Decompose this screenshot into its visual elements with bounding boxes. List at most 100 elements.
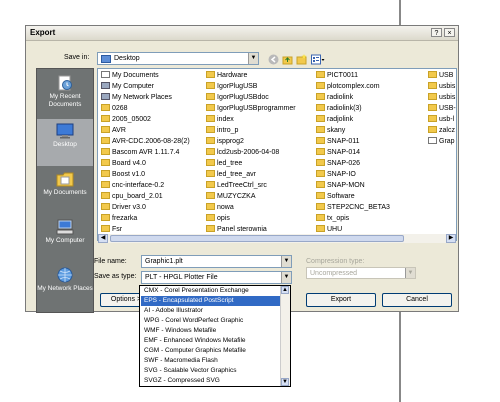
file-list-item[interactable]: plotcomplex.com (316, 82, 380, 92)
file-list-item[interactable]: Bascom AVR 1.11.7.4 (101, 148, 179, 158)
place-label: Desktop (53, 141, 77, 148)
file-name: USB (439, 72, 454, 79)
file-type-option[interactable]: WMF - Windows Metafile (141, 326, 281, 336)
file-name: zalcz (439, 127, 455, 134)
file-name: Grap (439, 138, 455, 145)
views-menu-icon[interactable] (311, 54, 325, 65)
save-as-type-dropdown-list[interactable]: CMX - Corel Presentation Exchange EPS - E… (139, 285, 291, 387)
file-list-item[interactable]: led_tree_avr (206, 170, 256, 180)
file-list-item[interactable]: IgorPlugUSBprogrammer (206, 104, 296, 114)
scroll-up-icon[interactable]: ▲ (281, 286, 289, 294)
file-type-option[interactable]: EMF - Enhanced Windows Metafile (141, 336, 281, 346)
file-list-item[interactable]: opis (206, 214, 230, 224)
close-button[interactable]: × (444, 28, 455, 37)
file-list-item[interactable]: STEP2CNC_BETA3 (316, 203, 390, 213)
file-list-item[interactable]: My Computer (101, 82, 154, 92)
file-list-item[interactable]: Boost v1.0 (101, 170, 145, 180)
folder-icon (316, 71, 325, 78)
file-list-item[interactable]: nowa (206, 203, 234, 213)
save-in-select[interactable]: Desktop ▼ (97, 52, 259, 65)
file-list-item[interactable]: My Network Places (101, 93, 172, 103)
dropdown-scrollbar[interactable]: ▲ ▼ (280, 286, 290, 386)
file-list-item[interactable]: radjolink (316, 115, 353, 125)
file-list-item[interactable]: My Documents (101, 71, 159, 81)
file-list-item[interactable]: Board v4.0 (101, 159, 146, 169)
file-list-item[interactable]: radiolink (316, 93, 353, 103)
file-list-item[interactable]: SNAP-MON (316, 181, 365, 191)
file-list-item[interactable]: Grap (428, 137, 455, 147)
file-name: plotcomplex.com (327, 83, 380, 90)
file-list-item[interactable]: usb-l (428, 115, 454, 125)
file-list-item[interactable]: PICT0011 (316, 71, 358, 81)
file-type-option[interactable]: EPS - Encapsulated PostScript (141, 296, 281, 306)
file-type-option[interactable]: WPG - Corel WordPerfect Graphic (141, 316, 281, 326)
scroll-right-icon[interactable]: ▶ (446, 234, 456, 243)
file-list[interactable]: My Documents My Computer My Network Places… (97, 68, 457, 241)
file-list-item[interactable]: Hardware (206, 71, 247, 81)
folder-icon (206, 159, 215, 166)
file-list-item[interactable]: zalcz (428, 126, 455, 136)
file-list-item[interactable]: index (206, 115, 234, 125)
scroll-down-icon[interactable]: ▼ (281, 378, 289, 386)
place-my-documents[interactable]: My Documents (37, 167, 93, 214)
file-list-item[interactable]: IgorPlugUSB (206, 82, 257, 92)
place-desktop[interactable]: Desktop (37, 119, 93, 166)
file-list-item[interactable]: SNAP-011 (316, 137, 360, 147)
file-list-item[interactable]: radiolink(3) (316, 104, 362, 114)
file-list-item[interactable]: SNAP-IO (316, 170, 356, 180)
file-type-option[interactable]: SWF - Macromedia Flash (141, 356, 281, 366)
place-my-computer[interactable]: My Computer (37, 215, 93, 262)
file-list-item[interactable]: USB- (428, 104, 456, 114)
file-name-input[interactable]: Graphic1.plt ▼ (141, 255, 292, 268)
file-type-option[interactable]: SVG - Scalable Vector Graphics (141, 366, 281, 376)
scrollbar-thumb[interactable] (110, 235, 404, 242)
file-list-item[interactable]: IgorPlugUSBdoc (206, 93, 269, 103)
file-list-item[interactable]: cpu_board_2.01 (101, 192, 163, 202)
file-list-item[interactable]: tx_opis (316, 214, 349, 224)
place-label: My Computer (45, 237, 85, 244)
compression-type-select: Uncompressed ▼ (306, 267, 416, 279)
file-list-item[interactable]: SNAP-014 (316, 148, 360, 158)
file-list-item[interactable]: 0268 (101, 104, 128, 114)
file-list-item[interactable]: lcd2usb-2006-04-08 (206, 148, 279, 158)
file-type-option[interactable]: CMX - Corel Presentation Exchange (141, 286, 281, 296)
save-as-type-select[interactable]: PLT - HPGL Plotter File ▼ (141, 271, 292, 284)
file-list-item[interactable]: 2005_05002 (101, 115, 151, 125)
file-list-item[interactable]: AVR-CDC.2006-08-28(2) (101, 137, 190, 147)
file-list-item[interactable]: ispprog2 (206, 137, 244, 147)
file-type-option[interactable]: AI - Adobe Illustrator (141, 306, 281, 316)
scroll-left-icon[interactable]: ◀ (98, 234, 108, 243)
back-icon[interactable] (268, 54, 279, 65)
file-list-item[interactable]: LedTreeCtrl_src (206, 181, 267, 191)
file-list-item[interactable]: usbis (428, 93, 455, 103)
file-list-item[interactable]: Driver v3.0 (101, 203, 146, 213)
computer-icon (101, 82, 110, 89)
file-list-item[interactable]: Software (316, 192, 355, 202)
export-button[interactable]: Export (306, 293, 376, 307)
file-type-option[interactable]: CGM - Computer Graphics Metafile (141, 346, 281, 356)
horizontal-scrollbar[interactable]: ◀ ▶ (98, 234, 456, 243)
folder-icon (206, 82, 215, 89)
file-type-option[interactable]: SVGZ - Compressed SVG (141, 376, 281, 386)
file-list-item[interactable]: led_tree (206, 159, 242, 169)
new-folder-icon[interactable] (296, 54, 307, 65)
file-list-item[interactable]: skany (316, 126, 345, 136)
file-list-item[interactable]: AVR (101, 126, 126, 136)
desktop-icon (56, 123, 74, 139)
file-name: SNAP-026 (327, 160, 361, 167)
file-name: intro_p (217, 127, 239, 134)
place-recent-documents[interactable]: My Recent Documents (37, 71, 93, 118)
file-list-item[interactable]: USB (428, 71, 453, 81)
file-list-item[interactable]: MUZYCZKA (206, 192, 256, 202)
file-list-item[interactable]: SNAP-026 (316, 159, 360, 169)
save-as-type-label: Save as type: (94, 273, 137, 280)
file-name: cnc-interface-0.2 (112, 182, 165, 189)
file-list-item[interactable]: intro_p (206, 126, 238, 136)
cancel-button[interactable]: Cancel (382, 293, 452, 307)
file-list-item[interactable]: frezarka (101, 214, 137, 224)
help-button[interactable]: ? (431, 28, 442, 37)
file-list-item[interactable]: usbis (428, 82, 455, 92)
up-folder-icon[interactable] (282, 54, 293, 65)
place-network-places[interactable]: My Network Places (37, 263, 93, 310)
file-list-item[interactable]: cnc-interface-0.2 (101, 181, 164, 191)
